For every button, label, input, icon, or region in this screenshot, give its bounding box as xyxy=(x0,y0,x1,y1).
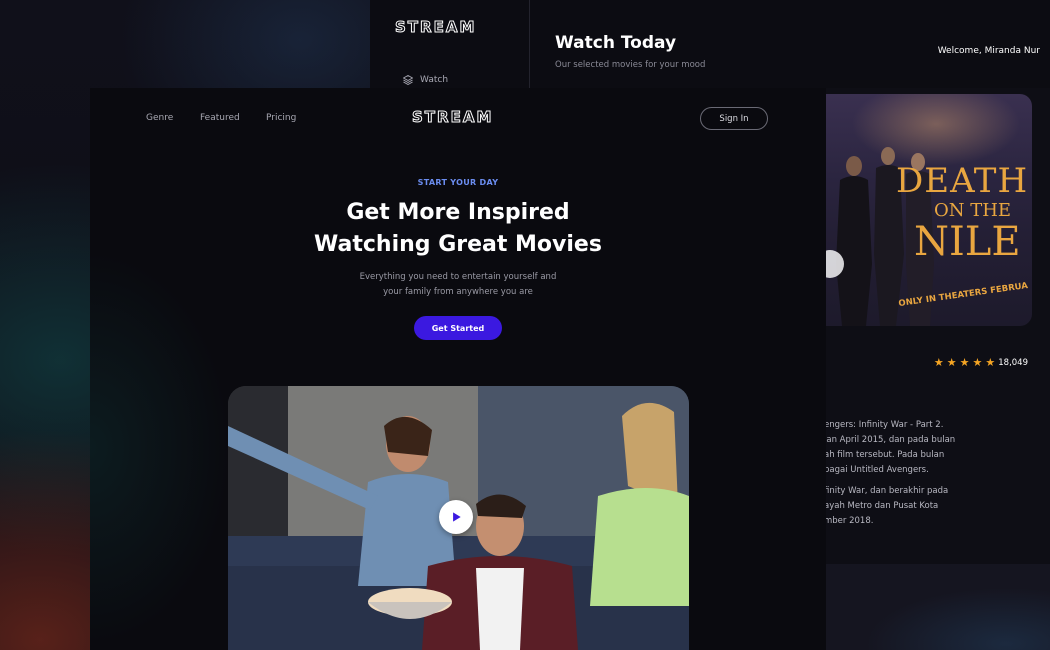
synopsis-line: ah film tersebut. Pada bulan xyxy=(826,450,945,460)
play-button[interactable] xyxy=(439,500,473,534)
play-icon xyxy=(453,512,461,522)
synopsis-line: bagai Untitled Avengers. xyxy=(826,465,929,475)
synopsis-line: engers: Infinity War - Part 2. xyxy=(826,420,944,430)
synopsis-line: lan April 2015, dan pada bulan xyxy=(826,435,956,445)
rating-count: 18,049 xyxy=(998,357,1028,368)
movie-poster[interactable]: DEATH ON THE NILE ONLY IN THEATERS FEBRU… xyxy=(826,94,1032,326)
synopsis-line: ayah Metro dan Pusat Kota xyxy=(826,501,939,511)
landing-page: Genre Featured Pricing STREAM Sign In ST… xyxy=(90,88,826,650)
poster-title: DEATH ON THE NILE xyxy=(896,164,1028,262)
sidebar-item-label: Watch xyxy=(420,75,449,85)
sidebar-item-watch[interactable]: Watch xyxy=(402,74,448,86)
subtext-line1: Everything you need to entertain yoursel… xyxy=(359,272,557,282)
page-subtitle: Our selected movies for your mood xyxy=(555,60,706,70)
headline-line2: Watching Great Movies xyxy=(314,232,602,257)
site-logo[interactable]: STREAM xyxy=(411,108,493,127)
synopsis-line: finity War, dan berakhir pada xyxy=(826,486,949,496)
subtext-line2: your family from anywhere you are xyxy=(383,287,533,297)
dashboard-sidebar: STREAM Watch xyxy=(370,0,530,88)
synopsis-paragraph: finity War, dan berakhir pada ayah Metro… xyxy=(826,484,964,529)
dashboard-panel: STREAM Watch Watch Today Our selected mo… xyxy=(370,0,1050,88)
nav-pricing[interactable]: Pricing xyxy=(266,113,296,123)
star-icon: ★ xyxy=(985,356,996,369)
nav-genre[interactable]: Genre xyxy=(146,113,173,123)
synopsis-line: mber 2018. xyxy=(826,516,874,526)
movie-synopsis: engers: Infinity War - Part 2. lan April… xyxy=(826,418,964,535)
poster-title-line3: NILE xyxy=(914,219,1021,265)
poster-title-line1: DEATH xyxy=(896,161,1029,201)
dashboard-logo[interactable]: STREAM xyxy=(394,18,476,37)
star-icon: ★ xyxy=(959,356,970,369)
hero-video[interactable] xyxy=(228,386,689,650)
rating: ★ ★ ★ ★ ★ 18,049 xyxy=(934,356,1028,369)
hero-headline: Get More Inspired Watching Great Movies xyxy=(90,197,826,261)
welcome-text: Welcome, Miranda Nur xyxy=(937,46,1040,56)
synopsis-paragraph: engers: Infinity War - Part 2. lan April… xyxy=(826,418,964,478)
top-nav: Genre Featured Pricing STREAM Sign In xyxy=(90,88,826,148)
panel-footer xyxy=(826,564,1050,650)
movie-detail-panel: DEATH ON THE NILE ONLY IN THEATERS FEBRU… xyxy=(826,88,1050,564)
layers-icon xyxy=(403,75,413,85)
headline-line1: Get More Inspired xyxy=(346,200,570,225)
hero-subtext: Everything you need to entertain yoursel… xyxy=(90,270,826,300)
nav-featured[interactable]: Featured xyxy=(200,113,240,123)
sign-in-button[interactable]: Sign In xyxy=(700,107,768,130)
page-title: Watch Today xyxy=(555,33,677,53)
get-started-button[interactable]: Get Started xyxy=(414,316,502,340)
hero-eyebrow: START YOUR DAY xyxy=(417,178,499,187)
star-icon: ★ xyxy=(946,356,957,369)
star-icon: ★ xyxy=(972,356,983,369)
star-icon: ★ xyxy=(933,356,944,369)
poster-title-line2: ON THE xyxy=(934,200,1012,221)
